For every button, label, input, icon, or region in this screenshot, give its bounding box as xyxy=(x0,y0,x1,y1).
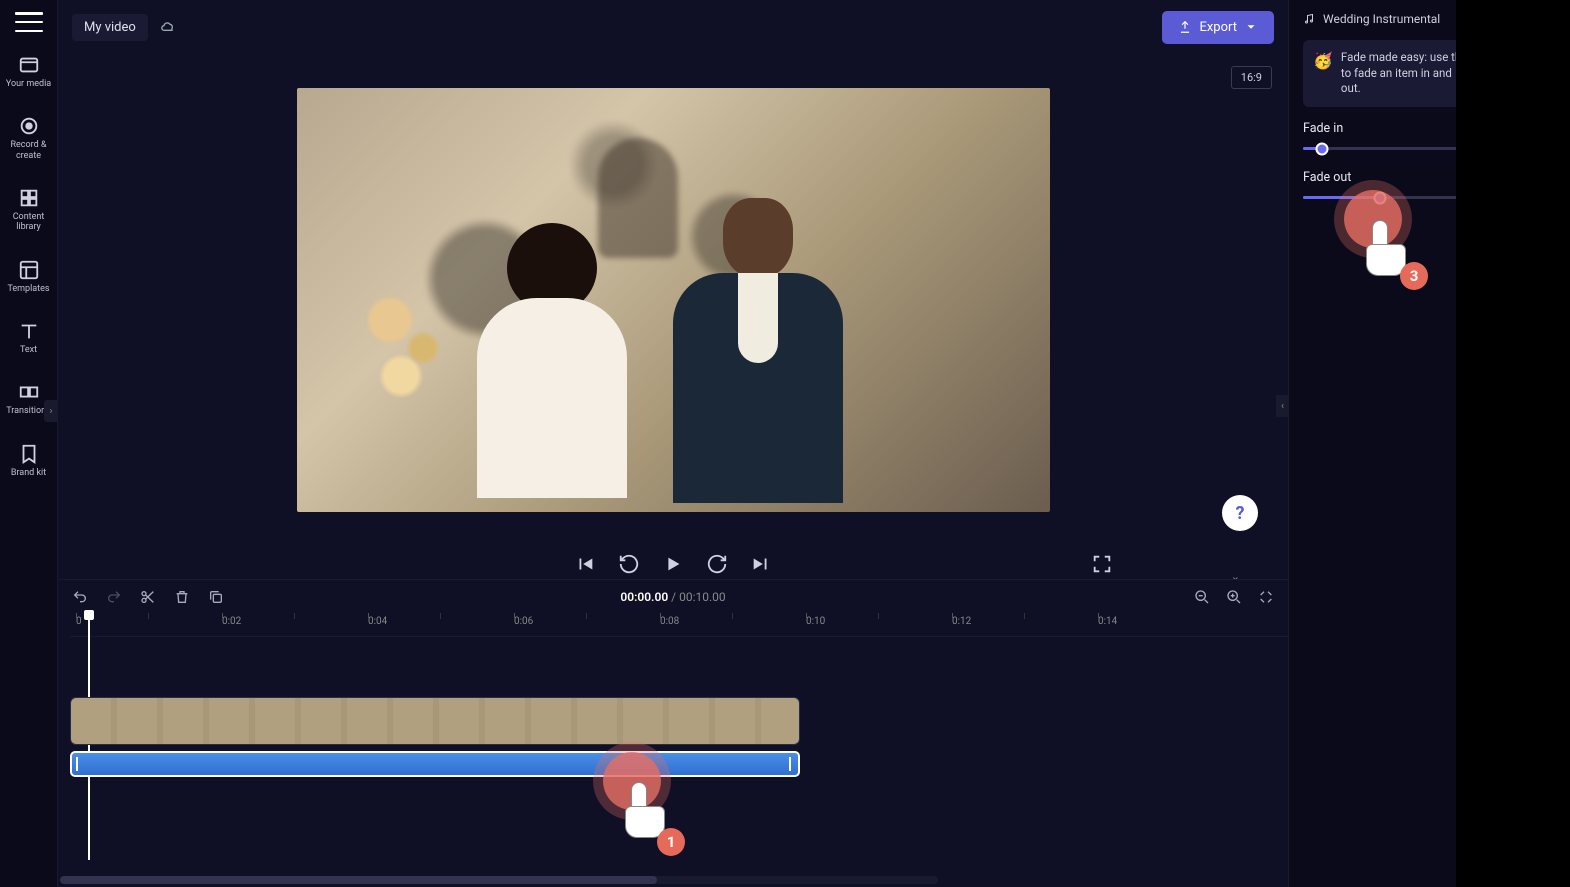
zoom-fit-icon[interactable] xyxy=(1258,589,1274,605)
sidebar-expand-caret[interactable]: › xyxy=(44,400,58,422)
upload-icon xyxy=(1178,20,1192,34)
rewind-icon[interactable] xyxy=(618,553,640,575)
ruler-tick: 0:04 xyxy=(368,616,387,627)
clip-handle-left[interactable] xyxy=(76,757,81,771)
cloud-sync-icon[interactable] xyxy=(160,19,176,35)
ruler-tick: 0:08 xyxy=(660,616,679,627)
sidebar-item-label: Templates xyxy=(7,284,49,294)
skip-start-icon[interactable] xyxy=(574,553,596,575)
playhead[interactable] xyxy=(82,610,96,624)
party-face-icon: 🥳 xyxy=(1313,50,1333,97)
project-title[interactable]: My video xyxy=(72,14,148,41)
library-icon xyxy=(18,187,40,209)
ruler-tick: 0:06 xyxy=(514,616,533,627)
scissors-icon[interactable] xyxy=(140,589,156,605)
help-icon[interactable]: ? xyxy=(1222,495,1258,531)
aspect-ratio-badge[interactable]: 16:9 xyxy=(1231,66,1272,89)
ruler-tick: 0:12 xyxy=(952,616,971,627)
templates-icon xyxy=(18,259,40,281)
editor-main: My video Export 16:9 ? xyxy=(58,0,1288,887)
sidebar-item-brand-kit[interactable]: Brand kit xyxy=(0,439,57,482)
timeline-toolbar: 00:00.00 / 00:10.00 xyxy=(58,579,1288,613)
sidebar-item-text[interactable]: Text xyxy=(0,316,57,359)
play-icon[interactable] xyxy=(662,553,684,575)
total-time: 00:10.00 xyxy=(679,590,726,604)
chevron-down-icon xyxy=(1244,20,1258,34)
timeline-scrollbar[interactable] xyxy=(60,876,938,884)
fullscreen-icon[interactable] xyxy=(1091,553,1113,575)
sidebar-item-label: Your media xyxy=(6,79,51,89)
panel-collapse-caret[interactable]: ‹ xyxy=(1276,395,1289,417)
text-icon xyxy=(18,320,40,342)
left-sidebar: Your media Record & create Content libra… xyxy=(0,0,58,887)
timeline-ruler[interactable]: 0 0:02 0:04 0:06 0:08 0:10 0:12 0:14 xyxy=(70,613,1288,637)
duplicate-icon[interactable] xyxy=(208,589,224,605)
ruler-tick: 0:02 xyxy=(222,616,241,627)
tip-text: Fade made easy: use this to fade an item… xyxy=(1341,50,1470,97)
player-controls: ⌄ xyxy=(58,545,1288,579)
video-preview[interactable] xyxy=(297,88,1050,512)
sidebar-item-your-media[interactable]: Your media xyxy=(0,50,57,93)
media-icon xyxy=(18,54,40,76)
sidebar-item-record-create[interactable]: Record & create xyxy=(0,111,57,165)
topbar: My video Export xyxy=(58,0,1288,54)
clip-handle-right[interactable] xyxy=(789,757,794,771)
zoom-out-icon[interactable] xyxy=(1194,589,1210,605)
undo-icon[interactable] xyxy=(72,589,88,605)
fade-out-label: Fade out xyxy=(1303,170,1351,185)
sidebar-item-label: Content library xyxy=(0,212,57,233)
brand-kit-icon xyxy=(18,443,40,465)
annotation-number: 3 xyxy=(1400,262,1428,290)
sidebar-item-templates[interactable]: Templates xyxy=(0,255,57,298)
redo-icon[interactable] xyxy=(106,589,122,605)
track-name-text: Wedding Instrumental xyxy=(1323,12,1440,26)
ruler-tick: 0 xyxy=(76,616,82,627)
trash-icon[interactable] xyxy=(174,589,190,605)
sidebar-item-label: Brand kit xyxy=(11,468,46,478)
ruler-tick: 0:14 xyxy=(1098,616,1117,627)
sidebar-item-label: Record & create xyxy=(0,140,57,161)
export-button[interactable]: Export xyxy=(1162,11,1274,44)
forward-icon[interactable] xyxy=(706,553,728,575)
preview-area: 16:9 ? xyxy=(58,54,1288,545)
sidebar-item-label: Text xyxy=(20,345,37,355)
music-note-icon xyxy=(1303,13,1315,25)
black-border xyxy=(1456,0,1570,887)
time-separator: / xyxy=(668,590,679,604)
fade-in-label: Fade in xyxy=(1303,121,1343,136)
skip-end-icon[interactable] xyxy=(750,553,772,575)
sidebar-item-content-library[interactable]: Content library xyxy=(0,183,57,237)
video-clip[interactable] xyxy=(70,697,800,745)
zoom-in-icon[interactable] xyxy=(1226,589,1242,605)
annotation-number: 1 xyxy=(657,828,685,856)
current-time: 00:00.00 xyxy=(620,590,668,604)
ruler-tick: 0:10 xyxy=(806,616,825,627)
record-icon xyxy=(18,115,40,137)
export-button-label: Export xyxy=(1199,20,1237,35)
audio-clip[interactable] xyxy=(70,751,800,777)
timecode: 00:00.00 / 00:10.00 xyxy=(620,590,725,604)
menu-icon[interactable] xyxy=(15,12,43,32)
transitions-icon xyxy=(18,381,40,403)
timeline-tracks: 1 xyxy=(58,637,1288,887)
